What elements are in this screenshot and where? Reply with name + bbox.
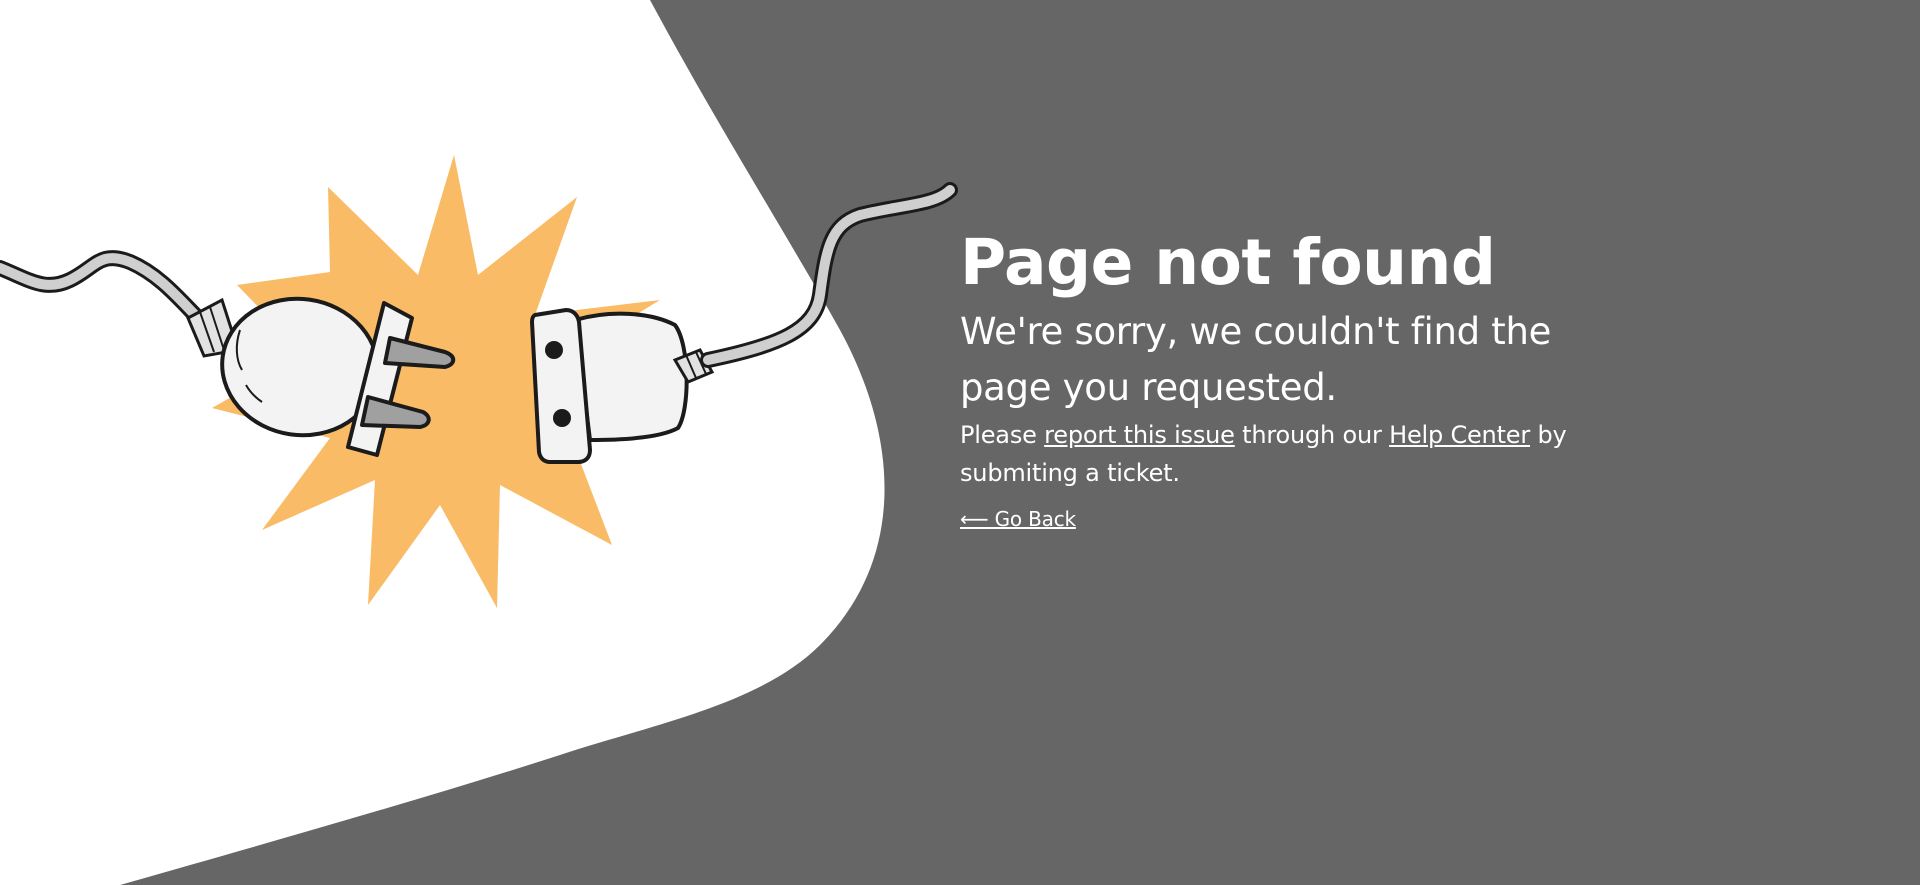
help-message: Please report this issue through our Hel… bbox=[960, 416, 1640, 492]
unplugged-illustration bbox=[0, 155, 958, 608]
go-back-link[interactable]: ⟵ Go Back bbox=[960, 507, 1076, 531]
message-middle: through our bbox=[1234, 421, 1390, 449]
page-title: Page not found bbox=[960, 226, 1496, 299]
message-prefix: Please bbox=[960, 421, 1045, 449]
error-content: Page not found We're sorry, we couldn't … bbox=[960, 222, 1640, 534]
page-subtitle: We're sorry, we couldn't find the page y… bbox=[960, 310, 1552, 409]
left-cable-icon bbox=[0, 250, 240, 358]
right-cable-icon bbox=[700, 182, 958, 368]
report-issue-link[interactable]: report this issue bbox=[1044, 421, 1235, 449]
go-back-row: ⟵ Go Back bbox=[960, 504, 1640, 534]
error-page: Page not found We're sorry, we couldn't … bbox=[0, 0, 1920, 885]
help-center-link[interactable]: Help Center bbox=[1389, 421, 1530, 449]
socket-plug-icon bbox=[530, 308, 715, 464]
